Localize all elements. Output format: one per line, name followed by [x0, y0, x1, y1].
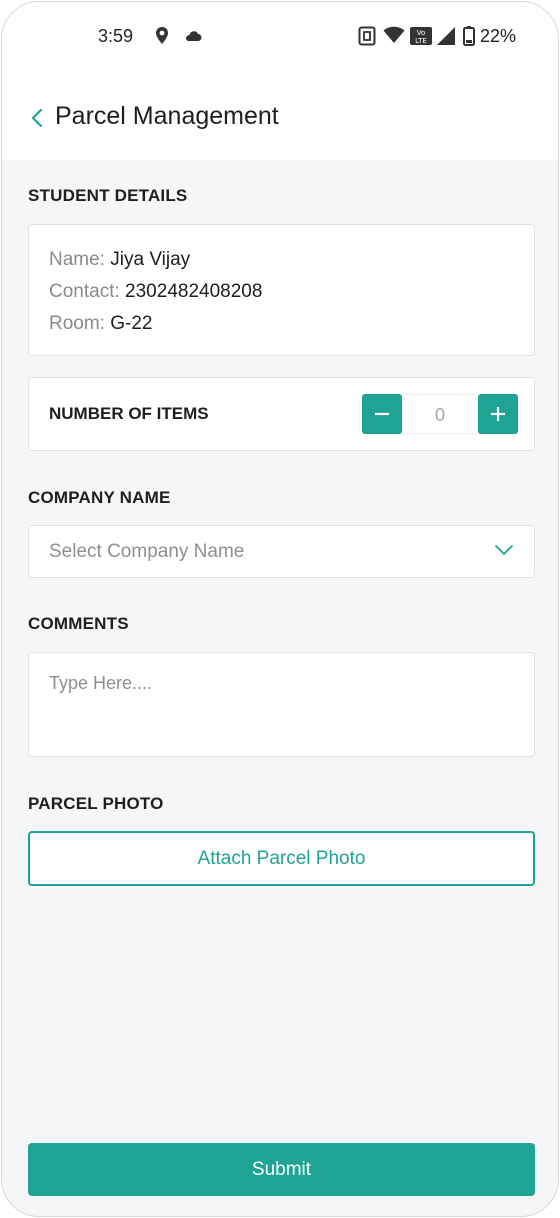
- minus-icon: [375, 412, 389, 416]
- parcel-photo-label: PARCEL PHOTO: [28, 794, 164, 813]
- comments-textarea[interactable]: Type Here....: [28, 652, 535, 757]
- status-time: 3:59: [98, 26, 134, 46]
- plus-icon: [491, 407, 505, 421]
- number-of-items-card: NUMBER OF ITEMS 0: [28, 377, 535, 451]
- svg-text:Vo: Vo: [417, 29, 426, 37]
- back-button[interactable]: [24, 104, 52, 132]
- signal-icon: [437, 27, 455, 45]
- status-bar: 3:59 Vo LTE 22%: [2, 2, 558, 72]
- student-contact-label: Contact:: [49, 281, 120, 302]
- items-count[interactable]: 0: [402, 394, 478, 434]
- svg-text:LTE: LTE: [415, 37, 427, 45]
- company-name-select[interactable]: Select Company Name: [28, 525, 535, 578]
- student-room-value: G-22: [110, 313, 153, 334]
- location-pin-icon: [156, 27, 168, 44]
- attach-parcel-photo-button[interactable]: Attach Parcel Photo: [28, 831, 535, 886]
- student-name-value: Jiya Vijay: [110, 249, 191, 270]
- page-title: Parcel Management: [55, 102, 279, 130]
- company-name-label: COMPANY NAME: [28, 488, 171, 507]
- cloud-icon: [186, 31, 202, 41]
- submit-button[interactable]: Submit: [28, 1143, 535, 1196]
- student-details-card: Name: Jiya Vijay Contact: 2302482408208 …: [28, 224, 535, 356]
- student-contact: Contact: 2302482408208: [49, 281, 262, 303]
- comments-placeholder: Type Here....: [49, 673, 153, 693]
- increment-button[interactable]: [478, 394, 518, 434]
- student-details-label: STUDENT DETAILS: [28, 186, 188, 205]
- student-contact-value: 2302482408208: [125, 281, 263, 302]
- decrement-button[interactable]: [362, 394, 402, 434]
- student-name-label: Name:: [49, 249, 105, 270]
- wifi-icon: [383, 26, 405, 43]
- student-name: Name: Jiya Vijay: [49, 249, 190, 271]
- comments-label: COMMENTS: [28, 614, 129, 633]
- company-name-placeholder: Select Company Name: [49, 541, 245, 562]
- number-of-items-label: NUMBER OF ITEMS: [49, 404, 209, 423]
- student-room-label: Room:: [49, 313, 105, 334]
- phone-frame: 3:59 Vo LTE 22% Parcel Management STUDEN…: [1, 1, 559, 1217]
- student-room: Room: G-22: [49, 313, 153, 335]
- battery-icon: [463, 26, 475, 46]
- battery-percentage: 22%: [480, 26, 517, 46]
- volte-icon: Vo LTE: [410, 27, 432, 45]
- nfc-icon: [358, 26, 376, 46]
- chevron-left-icon: [31, 108, 43, 128]
- chevron-down-icon: [495, 545, 513, 555]
- app-header: Parcel Management: [2, 72, 558, 160]
